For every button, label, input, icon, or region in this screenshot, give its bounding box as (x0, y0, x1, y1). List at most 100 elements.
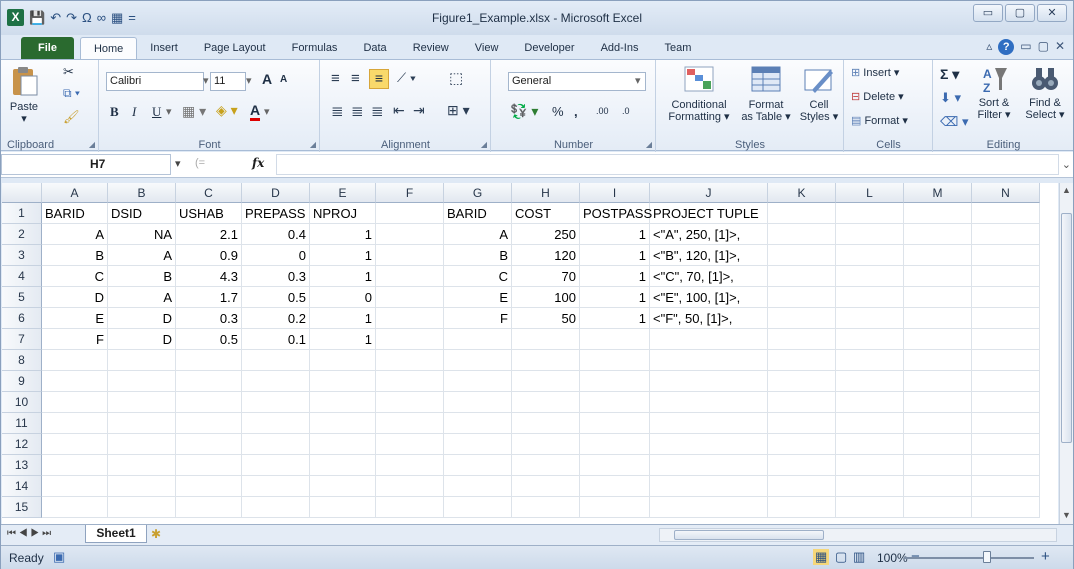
cell-n14[interactable] (972, 476, 1040, 497)
cell-c15[interactable] (176, 497, 242, 518)
workbook-close-icon[interactable]: ✕ (1055, 39, 1065, 55)
wrap-text-icon[interactable]: ⬚ (449, 69, 463, 87)
cell-h13[interactable] (512, 455, 580, 476)
cell-h1[interactable]: COST (512, 203, 580, 224)
cell-m5[interactable] (904, 287, 972, 308)
cell-k13[interactable] (768, 455, 836, 476)
cell-j9[interactable] (650, 371, 768, 392)
cell-h15[interactable] (512, 497, 580, 518)
column-header-a[interactable]: A (42, 183, 108, 203)
cell-a12[interactable] (42, 434, 108, 455)
cell-i4[interactable]: 1 (580, 266, 650, 287)
workbook-minimize-icon[interactable]: ▭ (1020, 39, 1031, 55)
cell-j4[interactable]: <"C", 70, [1]>, (650, 266, 768, 287)
cell-h14[interactable] (512, 476, 580, 497)
cell-n1[interactable] (972, 203, 1040, 224)
font-name-dropdown-icon[interactable]: ▾ (203, 74, 209, 87)
format-as-table-button[interactable]: Format as Table ▾ (737, 64, 795, 123)
cell-k3[interactable] (768, 245, 836, 266)
cell-a9[interactable] (42, 371, 108, 392)
cell-i15[interactable] (580, 497, 650, 518)
cell-h11[interactable] (512, 413, 580, 434)
cell-g1[interactable]: BARID (444, 203, 512, 224)
bold-button[interactable]: B (110, 104, 119, 120)
cell-a8[interactable] (42, 350, 108, 371)
cell-f14[interactable] (376, 476, 444, 497)
decrease-decimal-button[interactable]: .0 (622, 106, 630, 116)
vertical-scroll-thumb[interactable] (1061, 213, 1072, 443)
cell-k5[interactable] (768, 287, 836, 308)
number-format-select[interactable]: General (508, 72, 646, 91)
cell-n2[interactable] (972, 224, 1040, 245)
row-header-6[interactable]: 6 (2, 308, 42, 329)
cell-i3[interactable]: 1 (580, 245, 650, 266)
cell-l3[interactable] (836, 245, 904, 266)
cell-d6[interactable]: 0.2 (242, 308, 310, 329)
row-header-10[interactable]: 10 (2, 392, 42, 413)
fill-icon[interactable]: ⬇ ▾ (940, 90, 961, 106)
cell-k9[interactable] (768, 371, 836, 392)
cell-l4[interactable] (836, 266, 904, 287)
row-header-2[interactable]: 2 (2, 224, 42, 245)
cell-c8[interactable] (176, 350, 242, 371)
row-header-4[interactable]: 4 (2, 266, 42, 287)
cell-a11[interactable] (42, 413, 108, 434)
cell-d2[interactable]: 0.4 (242, 224, 310, 245)
cell-j14[interactable] (650, 476, 768, 497)
cell-k10[interactable] (768, 392, 836, 413)
row-header-8[interactable]: 8 (2, 350, 42, 371)
cell-m7[interactable] (904, 329, 972, 350)
cell-c1[interactable]: USHAB (176, 203, 242, 224)
cell-g12[interactable] (444, 434, 512, 455)
cell-i8[interactable] (580, 350, 650, 371)
cell-b11[interactable] (108, 413, 176, 434)
cell-e2[interactable]: 1 (310, 224, 376, 245)
expand-formula-bar-icon[interactable]: ⌄ (1062, 158, 1071, 171)
cell-f15[interactable] (376, 497, 444, 518)
cell-styles-button[interactable]: Cell Styles ▾ (797, 64, 841, 123)
column-header-l[interactable]: L (836, 183, 904, 203)
insert-cells-button[interactable]: ⊞ Insert ▾ (851, 66, 899, 79)
cell-j15[interactable] (650, 497, 768, 518)
cell-n8[interactable] (972, 350, 1040, 371)
column-header-i[interactable]: I (580, 183, 650, 203)
minimize-button[interactable]: ▭ (973, 4, 1003, 22)
cell-c4[interactable]: 4.3 (176, 266, 242, 287)
align-right-icon[interactable]: ≣ (371, 102, 384, 120)
cell-e9[interactable] (310, 371, 376, 392)
cell-e11[interactable] (310, 413, 376, 434)
cell-b13[interactable] (108, 455, 176, 476)
cell-g8[interactable] (444, 350, 512, 371)
row-header-3[interactable]: 3 (2, 245, 42, 266)
tab-view[interactable]: View (462, 37, 512, 59)
restore-button[interactable]: ▢ (1005, 4, 1035, 22)
copy-icon[interactable]: ⧉ ▾ (63, 86, 80, 101)
fill-color-icon[interactable]: ◈ ▾ (216, 102, 238, 119)
tab-formulas[interactable]: Formulas (279, 37, 351, 59)
cell-i6[interactable]: 1 (580, 308, 650, 329)
cell-g14[interactable] (444, 476, 512, 497)
shrink-font-button[interactable]: A (280, 74, 287, 85)
cell-a4[interactable]: C (42, 266, 108, 287)
cell-j11[interactable] (650, 413, 768, 434)
tab-review[interactable]: Review (400, 37, 462, 59)
cell-m12[interactable] (904, 434, 972, 455)
cell-b4[interactable]: B (108, 266, 176, 287)
insert-function-icon[interactable]: fx (252, 156, 264, 170)
macro-record-icon[interactable]: ▣ (53, 549, 65, 565)
cell-f4[interactable] (376, 266, 444, 287)
cell-b6[interactable]: D (108, 308, 176, 329)
cell-e5[interactable]: 0 (310, 287, 376, 308)
cell-j1[interactable]: PROJECT TUPLE (650, 203, 768, 224)
cell-c13[interactable] (176, 455, 242, 476)
autosum-button[interactable]: Σ ▾ (940, 66, 959, 83)
cell-n3[interactable] (972, 245, 1040, 266)
decrease-indent-icon[interactable]: ⇤ (393, 102, 405, 119)
cell-k15[interactable] (768, 497, 836, 518)
cell-k11[interactable] (768, 413, 836, 434)
column-header-k[interactable]: K (768, 183, 836, 203)
underline-dropdown-icon[interactable]: ▾ (166, 105, 172, 118)
tab-team[interactable]: Team (651, 37, 704, 59)
cell-a14[interactable] (42, 476, 108, 497)
page-break-view-icon[interactable]: ▥ (853, 549, 865, 565)
